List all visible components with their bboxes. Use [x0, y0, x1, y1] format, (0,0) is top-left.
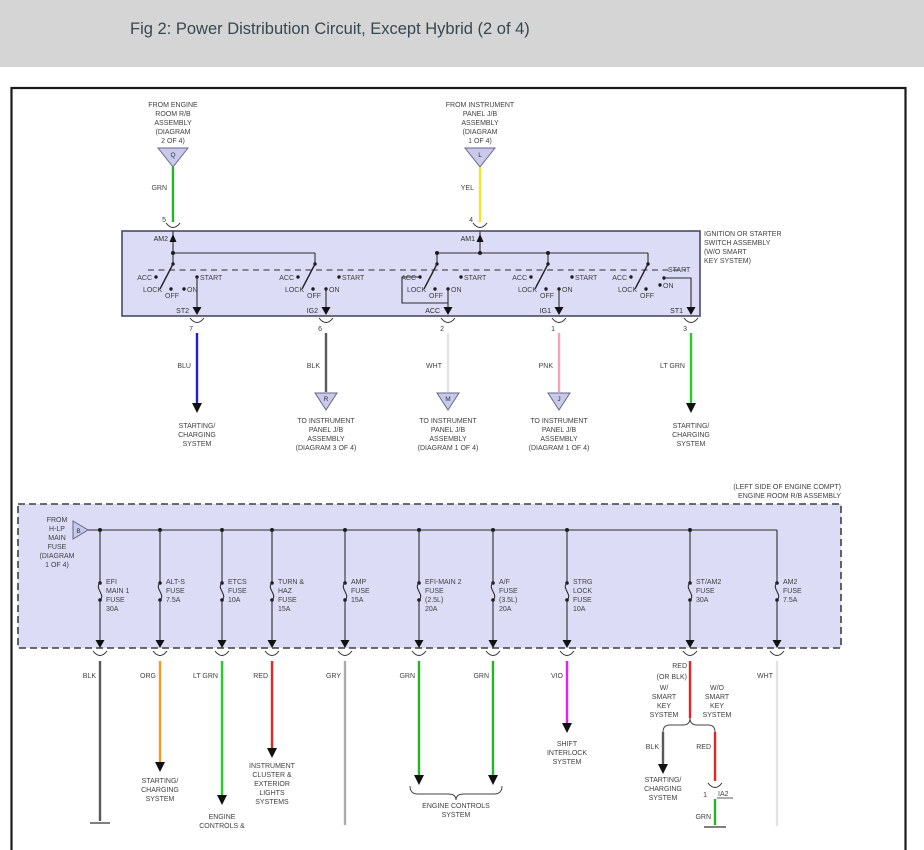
- connector-ref-letter: J: [557, 396, 560, 403]
- terminal-st2: ST2: [176, 308, 189, 315]
- lock-contact-label: LOCK: [285, 287, 304, 294]
- wire-color-label: PNK: [539, 363, 554, 370]
- diagram-frame: [10, 86, 907, 850]
- on-contact-label: ON: [329, 287, 340, 294]
- pin-number: 3: [683, 326, 687, 333]
- off-contact-label: OFF: [307, 293, 321, 300]
- wire-color-label: WHT: [757, 673, 774, 680]
- pin-number: 4: [469, 217, 473, 224]
- start-contact-label: START: [575, 275, 598, 282]
- connector-ref-letter: Q: [170, 152, 175, 159]
- lock-contact-label: LOCK: [143, 287, 162, 294]
- start-contact-label: START: [342, 275, 365, 282]
- connector-ref-letter: L: [478, 152, 482, 159]
- wire-color-label: VIO: [551, 673, 564, 680]
- pin-number: 6: [318, 326, 322, 333]
- terminal-acc: ACC: [425, 308, 440, 315]
- acc-contact-label: ACC: [279, 275, 294, 282]
- destination-label: STARTING/CHARGING SYSTEM: [141, 778, 179, 803]
- off-contact-label: OFF: [429, 293, 443, 300]
- wire-color-label: LT GRN: [193, 673, 218, 680]
- terminal-am2: AM2: [154, 236, 169, 243]
- terminal-st1: ST1: [670, 308, 683, 315]
- wire-color-label: BLK: [646, 744, 660, 751]
- start-contact-label: START: [668, 267, 691, 274]
- wire-color-label: RED: [253, 673, 268, 680]
- start-contact-label: START: [464, 275, 487, 282]
- terminal-ig2: IG2: [307, 308, 318, 315]
- figure-title: Fig 2: Power Distribution Circuit, Excep…: [130, 20, 530, 38]
- on-contact-label: ON: [451, 287, 462, 294]
- wire-color-label: BLK: [83, 673, 97, 680]
- connector-ref-letter: R: [324, 396, 329, 403]
- destination-label: STARTING/CHARGING SYSTEM: [178, 423, 216, 448]
- pin-number: 7: [189, 326, 193, 333]
- off-contact-label: OFF: [165, 293, 179, 300]
- connector-ref-letter: M: [445, 396, 450, 403]
- wire-color-label: GRN: [473, 673, 489, 680]
- wire-color-label: BLU: [177, 363, 191, 370]
- acc-contact-label: ACC: [612, 275, 627, 282]
- off-contact-label: OFF: [540, 293, 554, 300]
- lock-contact-label: LOCK: [518, 287, 537, 294]
- terminal-am1: AM1: [461, 236, 476, 243]
- connector-id: IA2: [718, 791, 729, 798]
- pin-number: 5: [162, 217, 166, 224]
- acc-contact-label: ACC: [137, 275, 152, 282]
- destination-label: STARTING/CHARGING SYSTEM: [672, 423, 710, 448]
- wire-color-label: GRN: [399, 673, 415, 680]
- on-contact-label: ON: [663, 283, 674, 290]
- pin-number: 2: [440, 326, 444, 333]
- wire-color-label: YEL: [461, 185, 474, 192]
- start-contact-label: START: [200, 275, 223, 282]
- wiring-diagram: Fig 2: Power Distribution Circuit, Excep…: [0, 0, 924, 850]
- connector-ref-letter: B: [76, 528, 80, 535]
- off-contact-label: OFF: [640, 293, 654, 300]
- lock-contact-label: LOCK: [407, 287, 426, 294]
- destination-label: STARTING/CHARGING SYSTEM: [644, 777, 682, 802]
- pin-number: 1: [551, 326, 555, 333]
- on-contact-label: ON: [187, 287, 198, 294]
- wire-color-label: GRY: [326, 673, 341, 680]
- lock-contact-label: LOCK: [618, 287, 637, 294]
- wire-color-label: RED: [696, 744, 711, 751]
- wire-color-label: ORG: [140, 673, 156, 680]
- wire-color-label: GRN: [151, 185, 167, 192]
- pin-number: 1: [703, 792, 707, 799]
- wire-color-label: LT GRN: [660, 363, 685, 370]
- terminal-ig1: IG1: [540, 308, 551, 315]
- wire-color-label: BLK: [307, 363, 321, 370]
- wire-color-label: WHT: [426, 363, 443, 370]
- destination-label: INSTRUMENT CLUSTER & EXTERIOR LIGHTS SYSTEMS: [249, 763, 296, 806]
- acc-contact-label: ACC: [512, 275, 527, 282]
- figure-caption-bar: Fig 2: Power Distribution Circuit, Excep…: [0, 0, 924, 67]
- wire-color-label: GRN: [695, 814, 711, 821]
- relay-box: [17, 503, 842, 649]
- acc-contact-label: ACC: [401, 275, 416, 282]
- on-contact-label: ON: [562, 287, 573, 294]
